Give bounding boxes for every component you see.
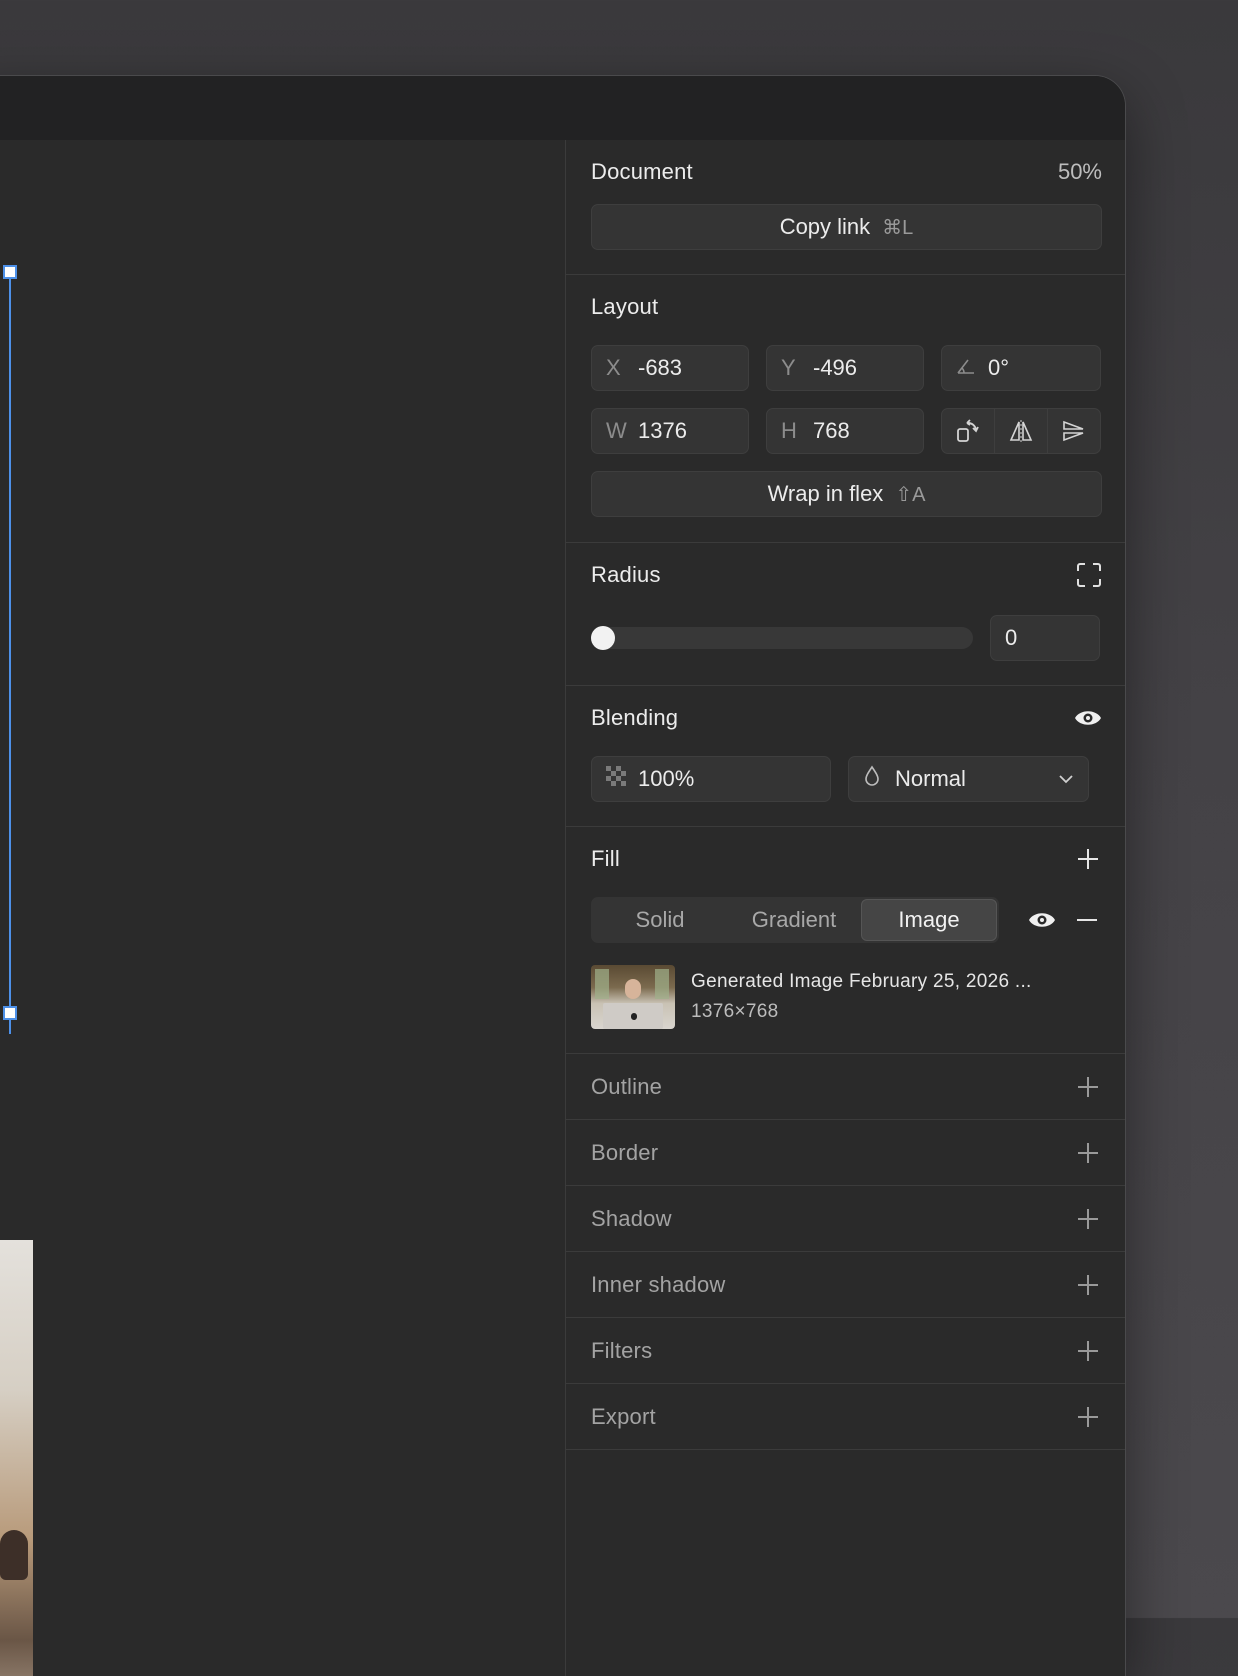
corners-icon[interactable] (1076, 562, 1102, 588)
rotation-field[interactable]: 0° (941, 345, 1101, 391)
chevron-down-icon (1058, 774, 1074, 784)
x-value: -683 (638, 355, 683, 380)
wrap-in-flex-label: Wrap in flex (767, 481, 884, 506)
copy-link-shortcut: ⌘L (882, 216, 914, 239)
y-field[interactable]: Y -496 (766, 345, 924, 391)
resize-handle-top[interactable] (3, 265, 17, 279)
wrap-in-flex-button[interactable]: Wrap in flex ⇧A (591, 471, 1102, 517)
document-title: Document (591, 159, 693, 184)
tab-image[interactable]: Image (861, 899, 997, 941)
inner-shadow-section[interactable]: Inner shadow (566, 1252, 1125, 1318)
checkerboard-icon (606, 766, 626, 792)
copy-link-button[interactable]: Copy link ⌘L (591, 204, 1102, 250)
zoom-level[interactable]: 50% (1058, 159, 1102, 185)
flip-horizontal-button[interactable] (995, 409, 1048, 453)
add-filter-plus-icon[interactable] (1074, 1337, 1102, 1365)
width-field[interactable]: W 1376 (591, 408, 749, 454)
layout-section: Layout X -683 Y -496 0° W 1376 H 768 Wra… (566, 275, 1125, 543)
radius-slider[interactable] (591, 626, 973, 650)
x-field[interactable]: X -683 (591, 345, 749, 391)
shadow-section[interactable]: Shadow (566, 1186, 1125, 1252)
transform-buttons (941, 408, 1101, 454)
y-label: Y (781, 355, 796, 380)
flip-horizontal-icon (1008, 419, 1034, 443)
resize-handle-bottom[interactable] (3, 1006, 17, 1020)
h-value: 768 (813, 418, 850, 443)
thumb-figure (625, 979, 641, 999)
blending-section: Blending 100% Normal (566, 686, 1125, 827)
fill-section: Fill Solid Gradient Image Generated Imag… (566, 827, 1125, 1054)
app-window: Document 50% Copy link ⌘L Layout X -683 … (0, 76, 1125, 1676)
add-fill-button[interactable] (1074, 845, 1102, 873)
inspector-panel: Document 50% Copy link ⌘L Layout X -683 … (565, 140, 1125, 1676)
h-label: H (781, 418, 797, 443)
angle-icon (956, 355, 974, 381)
plus-icon (1078, 849, 1098, 869)
inner-shadow-title: Inner shadow (591, 1271, 726, 1297)
document-section: Document 50% Copy link ⌘L (566, 140, 1125, 275)
thumb-window (595, 969, 609, 999)
blend-mode-select[interactable]: Normal (848, 756, 1089, 802)
y-value: -496 (813, 355, 858, 380)
w-label: W (606, 418, 627, 443)
x-label: X (606, 355, 621, 380)
tab-solid[interactable]: Solid (593, 899, 727, 941)
copy-link-label: Copy link (779, 214, 871, 239)
image-file-name: Generated Image February 25, 2026 ... (691, 971, 1032, 992)
opacity-field[interactable]: 100% (591, 756, 831, 802)
height-field[interactable]: H 768 (766, 408, 924, 454)
add-outline-plus-icon[interactable] (1074, 1073, 1102, 1101)
thumb-window (655, 969, 669, 999)
border-section[interactable]: Border (566, 1120, 1125, 1186)
image-figure (0, 1530, 28, 1580)
w-value: 1376 (638, 418, 687, 443)
tab-gradient[interactable]: Gradient (727, 899, 861, 941)
opacity-value: 100% (638, 766, 695, 791)
fill-type-tabs: Solid Gradient Image (591, 897, 999, 943)
image-fill-item[interactable]: Generated Image February 25, 2026 ... 13… (591, 943, 1102, 1053)
layout-title: Layout (591, 294, 659, 319)
rotation-value: 0° (988, 355, 1010, 380)
rotate-button[interactable] (942, 409, 995, 453)
flip-vertical-icon (1061, 419, 1087, 443)
rotate-icon (955, 418, 981, 444)
add-export-plus-icon[interactable] (1074, 1403, 1102, 1431)
outline-title: Outline (591, 1073, 663, 1099)
radius-title: Radius (591, 562, 661, 587)
border-title: Border (591, 1139, 659, 1165)
add-shadow-plus-icon[interactable] (1074, 1205, 1102, 1233)
blending-title: Blending (591, 705, 679, 730)
blend-mode-value: Normal (895, 766, 966, 791)
radius-section: Radius 0 (566, 543, 1125, 686)
outline-section[interactable]: Outline (566, 1054, 1125, 1120)
fill-title: Fill (591, 846, 620, 871)
shadow-title: Shadow (591, 1205, 672, 1231)
drop-icon (863, 765, 881, 793)
export-section[interactable]: Export (566, 1384, 1125, 1450)
radius-value: 0 (1005, 625, 1018, 650)
radius-slider-knob[interactable] (591, 626, 615, 650)
eye-icon[interactable] (1074, 708, 1102, 728)
export-title: Export (591, 1403, 656, 1429)
radius-input[interactable]: 0 (990, 615, 1100, 661)
add-inner-shadow-plus-icon[interactable] (1074, 1271, 1102, 1299)
filters-section[interactable]: Filters (566, 1318, 1125, 1384)
filters-title: Filters (591, 1337, 653, 1363)
wrap-in-flex-shortcut: ⇧A (895, 483, 926, 506)
flip-vertical-button[interactable] (1048, 409, 1100, 453)
fill-visibility-eye-icon[interactable] (1028, 910, 1056, 930)
add-border-plus-icon[interactable] (1074, 1139, 1102, 1167)
title-bar (0, 76, 1125, 140)
image-thumbnail[interactable] (591, 965, 675, 1029)
canvas[interactable] (0, 140, 565, 1676)
image-file-dimensions: 1376×768 (691, 1001, 779, 1022)
canvas-image[interactable] (0, 1240, 33, 1676)
remove-fill-minus-icon[interactable] (1076, 909, 1098, 931)
apple-logo-icon (631, 1013, 637, 1020)
selection-edge (9, 270, 11, 1034)
